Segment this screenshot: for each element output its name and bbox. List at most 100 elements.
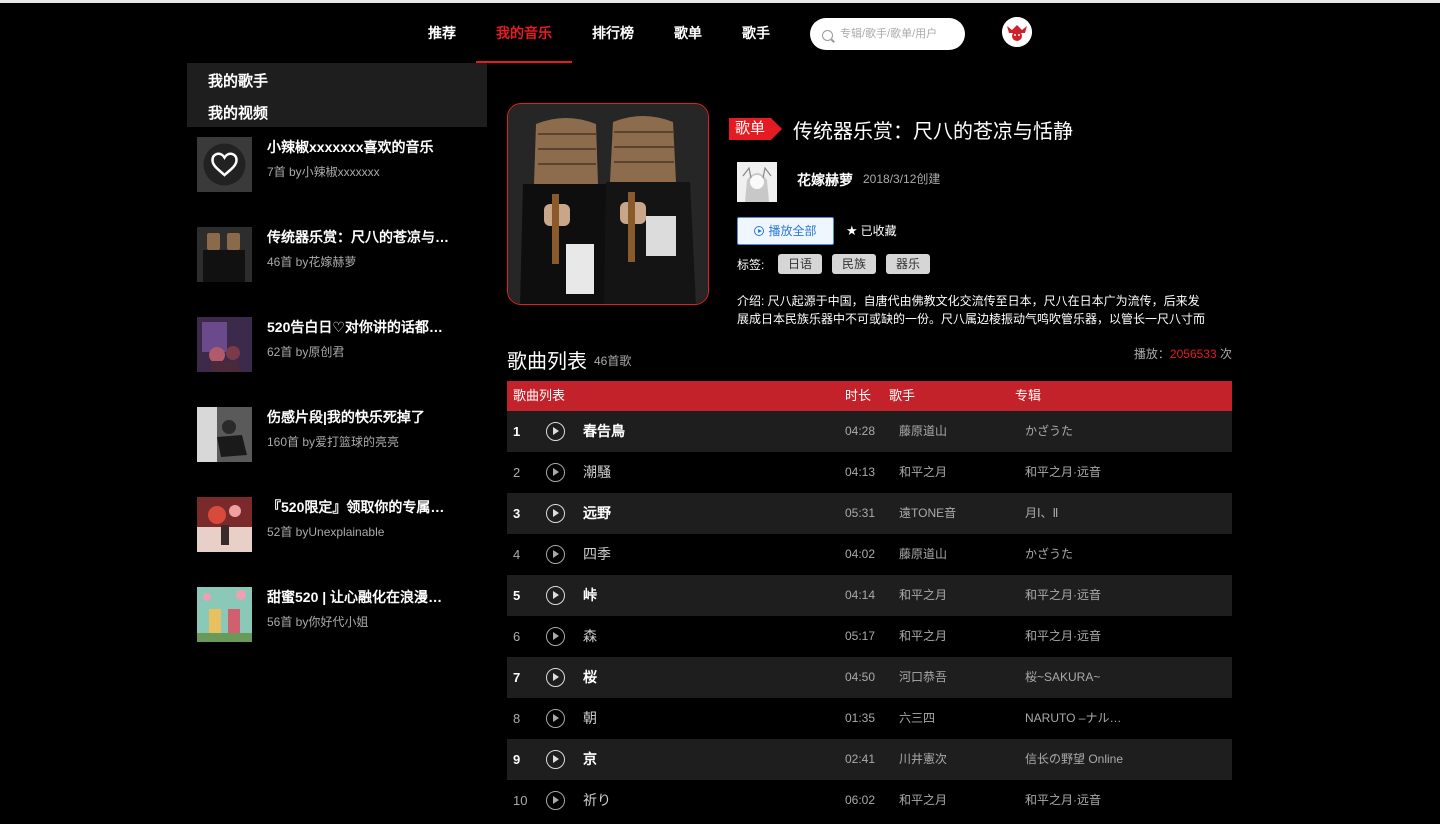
sidebar-playlist-item[interactable]: 『520限定』领取你的专属恋爱BGM 52首 byUnexplainable [197, 497, 487, 553]
favorited-button[interactable]: ★ 已收藏 [846, 222, 897, 239]
song-name[interactable]: 峠 [583, 575, 597, 616]
playlist-name[interactable]: 传统器乐赏：尺八的苍凉与恬静 [267, 227, 452, 247]
song-row[interactable]: 5 峠 04:14 和平之月 和平之月·远音 [507, 575, 1232, 616]
play-icon[interactable] [546, 504, 565, 523]
song-row[interactable]: 2 潮騒 04:13 和平之月 和平之月·远音 [507, 452, 1232, 493]
tab-recommend[interactable]: 推荐 [420, 3, 464, 63]
song-album[interactable]: 和平之月·远音 [1025, 575, 1101, 616]
song-singer[interactable]: 川井憲次 [899, 739, 947, 780]
play-icon[interactable] [546, 586, 565, 605]
song-singer[interactable]: 六三四 [899, 698, 935, 739]
user-avatar[interactable] [1002, 17, 1032, 47]
play-icon[interactable] [546, 422, 565, 441]
song-singer[interactable]: 和平之月 [899, 780, 947, 821]
play-circle-icon [754, 226, 765, 236]
creator-name[interactable]: 花嫁赫萝 [797, 170, 853, 190]
creator-avatar[interactable] [737, 162, 777, 202]
tab-artists[interactable]: 歌手 [735, 3, 777, 63]
playlist-name[interactable]: 甜蜜520 | 让心融化在浪漫的旋律里 [267, 587, 452, 607]
song-album[interactable]: 月Ⅰ、Ⅱ [1025, 493, 1058, 534]
song-album[interactable]: 和平之月·远音 [1025, 780, 1101, 821]
playlist-name[interactable]: 『520限定』领取你的专属恋爱BGM [267, 497, 452, 517]
play-icon[interactable] [546, 463, 565, 482]
song-name[interactable]: 京 [583, 739, 597, 780]
song-duration: 04:02 [845, 547, 876, 561]
favorited-label: 已收藏 [860, 224, 897, 238]
songlist-header: 歌曲列表 时长 歌手 专辑 [507, 381, 1232, 411]
song-index: 8 [513, 711, 521, 726]
songlist-title: 歌曲列表 [507, 351, 587, 373]
song-row[interactable]: 7 桜 04:50 河口恭吾 桜~SAKURA~ [507, 657, 1232, 698]
play-icon[interactable] [546, 627, 565, 646]
song-row[interactable]: 3 远野 05:31 遠TONE音 月Ⅰ、Ⅱ [507, 493, 1232, 534]
header-duration: 时长 [845, 388, 872, 403]
sidebar-playlist-item[interactable]: 小辣椒xxxxxxx喜欢的音乐 7首 by小辣椒xxxxxxx [197, 137, 487, 193]
song-duration: 02:41 [845, 752, 876, 766]
search-box[interactable] [810, 18, 965, 50]
tab-charts[interactable]: 排行榜 [585, 3, 641, 63]
sidebar-item-my-artists[interactable]: 我的歌手 [208, 70, 268, 91]
song-album[interactable]: 桜~SAKURA~ [1025, 657, 1100, 698]
song-name[interactable]: 潮騒 [583, 452, 611, 493]
song-index: 7 [513, 670, 521, 685]
playlist-name[interactable]: 伤感片段|我的快乐死掉了 [267, 407, 452, 427]
song-name[interactable]: 桜 [583, 657, 597, 698]
song-singer[interactable]: 藤原道山 [899, 411, 947, 452]
tag-japanese[interactable]: 日语 [778, 254, 823, 274]
song-row[interactable]: 6 森 05:17 和平之月 和平之月·远音 [507, 616, 1232, 657]
playlist-title: 传统器乐赏：尺八的苍凉与恬静 [793, 121, 1073, 143]
song-row[interactable]: 10 祈り 06:02 和平之月 和平之月·远音 [507, 780, 1232, 821]
song-singer[interactable]: 和平之月 [899, 452, 947, 493]
tab-playlists[interactable]: 歌单 [667, 3, 709, 63]
playlist-cover [197, 227, 252, 282]
playlist-intro: 介绍: 尺八起源于中国，自唐代由佛教文化交流传至日本，尺八在日本广为流传，后来发… [737, 294, 1206, 326]
song-singer[interactable]: 和平之月 [899, 575, 947, 616]
song-album[interactable]: NARUTO –ナルト– 疾風伝 [1025, 698, 1125, 739]
playlist-cover [197, 587, 252, 642]
song-album[interactable]: 信长の野望 Online [1025, 739, 1123, 780]
play-icon[interactable] [546, 791, 565, 810]
song-row[interactable]: 4 四季 04:02 藤原道山 かざうた [507, 534, 1232, 575]
search-input[interactable] [840, 25, 958, 43]
tag-ethnic[interactable]: 民族 [832, 254, 877, 274]
song-album[interactable]: 和平之月·远音 [1025, 616, 1101, 657]
song-singer[interactable]: 藤原道山 [899, 534, 947, 575]
song-index: 4 [513, 547, 521, 562]
top-nav: 推荐 我的音乐 排行榜 歌单 歌手 [0, 3, 1440, 63]
sidebar-playlist-item[interactable]: 传统器乐赏：尺八的苍凉与恬静 46首 by花嫁赫萝 [197, 227, 487, 283]
song-album[interactable]: 和平之月·远音 [1025, 452, 1101, 493]
song-album[interactable]: かざうた [1025, 411, 1073, 452]
header-singer: 歌手 [889, 388, 916, 403]
song-row[interactable]: 9 京 02:41 川井憲次 信长の野望 Online [507, 739, 1232, 780]
playlist-name[interactable]: 520告白日♡对你讲的话都藏在歌里 [267, 317, 452, 337]
song-index: 10 [513, 793, 528, 808]
playlist-meta: 56首 by你好代小姐 [267, 615, 369, 629]
song-name[interactable]: 森 [583, 616, 597, 657]
sidebar-playlist-item[interactable]: 520告白日♡对你讲的话都藏在歌里 62首 by原创君 [197, 317, 487, 373]
playlist-cover [197, 497, 252, 552]
song-singer[interactable]: 河口恭吾 [899, 657, 947, 698]
play-icon[interactable] [546, 709, 565, 728]
song-name[interactable]: 朝 [583, 698, 597, 739]
song-name[interactable]: 春告鳥 [583, 411, 625, 452]
play-icon[interactable] [546, 545, 565, 564]
song-album[interactable]: かざうた [1025, 534, 1073, 575]
song-singer[interactable]: 遠TONE音 [899, 493, 956, 534]
song-row[interactable]: 8 朝 01:35 六三四 NARUTO –ナルト– 疾風伝 [507, 698, 1232, 739]
sidebar-playlist-item[interactable]: 甜蜜520 | 让心融化在浪漫的旋律里 56首 by你好代小姐 [197, 587, 487, 643]
tab-my-music[interactable]: 我的音乐 [476, 3, 572, 63]
playlist-name[interactable]: 小辣椒xxxxxxx喜欢的音乐 [267, 137, 452, 157]
song-name[interactable]: 祈り [583, 780, 611, 821]
sidebar-playlist-item[interactable]: 伤感片段|我的快乐死掉了 160首 by爱打篮球的亮亮 [197, 407, 487, 463]
song-singer[interactable]: 和平之月 [899, 616, 947, 657]
song-row[interactable]: 1 春告鳥 04:28 藤原道山 かざうた [507, 411, 1232, 452]
play-icon[interactable] [546, 750, 565, 769]
sidebar-item-my-videos[interactable]: 我的视频 [208, 102, 268, 123]
song-name[interactable]: 四季 [583, 534, 611, 575]
play-icon[interactable] [546, 668, 565, 687]
song-name[interactable]: 远野 [583, 493, 611, 534]
header-album: 专辑 [1015, 388, 1042, 403]
song-duration: 05:31 [845, 506, 876, 520]
tag-instrumental[interactable]: 器乐 [886, 254, 931, 274]
play-all-button[interactable]: 播放全部 [737, 217, 834, 245]
